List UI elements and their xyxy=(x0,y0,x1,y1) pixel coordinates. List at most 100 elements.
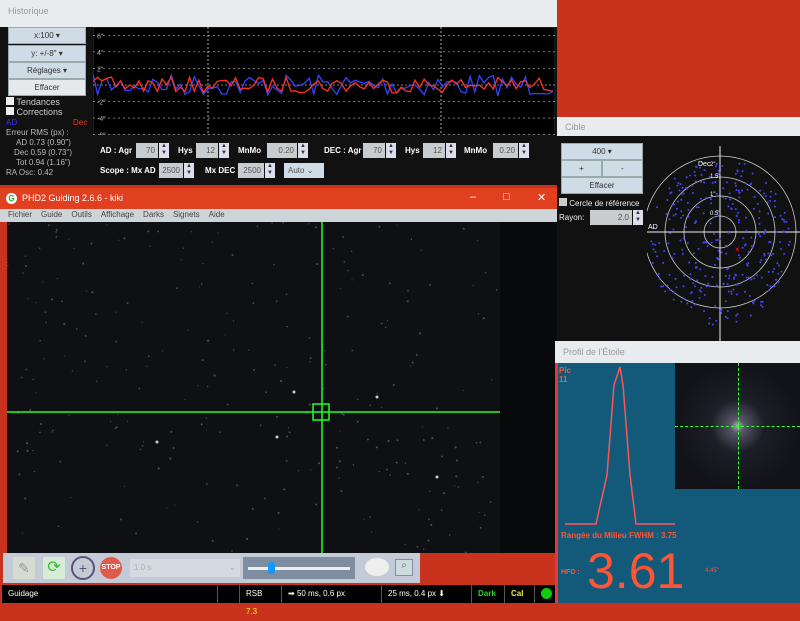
star xyxy=(76,328,78,330)
guide-point xyxy=(657,273,660,276)
target-titlebar[interactable]: Cible xyxy=(557,117,800,136)
star xyxy=(342,236,345,238)
guide-point xyxy=(672,228,675,231)
star xyxy=(71,370,73,372)
status-blank xyxy=(217,585,239,603)
star xyxy=(274,364,276,366)
main-titlebar[interactable]: G PHD2 Guiding 2.6.6 - kiki – □ ✕ xyxy=(0,188,557,209)
zoom-in-button[interactable]: + xyxy=(561,160,602,177)
menu-item[interactable]: Signets xyxy=(173,210,200,221)
guide-point xyxy=(662,261,665,264)
ra-aggression-input[interactable]: 70 ▲ ▼ xyxy=(136,143,169,158)
star xyxy=(231,253,234,256)
menu-item[interactable]: Aide xyxy=(209,210,225,221)
dec-hys-label: Hys xyxy=(405,146,420,155)
zoom-out-button[interactable]: - xyxy=(602,160,643,177)
guide-point xyxy=(742,237,745,240)
star xyxy=(448,534,451,536)
clear-history-button[interactable]: Effacer xyxy=(8,79,86,96)
star xyxy=(213,374,216,377)
brain-icon[interactable] xyxy=(365,558,389,576)
ra-hys-input[interactable]: 12 ▲ ▼ xyxy=(196,143,229,158)
menu-item[interactable]: Affichage xyxy=(101,210,134,221)
target-length-dropdown[interactable]: 400 ▾ xyxy=(561,143,643,160)
ra-minmo-input[interactable]: 0.20 ▲ ▼ xyxy=(267,143,308,158)
profile-titlebar[interactable]: Profil de l'Étoile xyxy=(555,341,800,363)
radius-input[interactable]: 2.0 ▲ ▼ xyxy=(590,210,643,225)
loop-icon[interactable]: ⟳ xyxy=(43,557,65,579)
y-tick-label: -4" xyxy=(97,116,106,123)
star xyxy=(375,446,378,449)
guide-point xyxy=(700,173,703,176)
menu-item[interactable]: Guide xyxy=(41,210,62,221)
star xyxy=(68,238,70,240)
max-dec-input[interactable]: 2500 ▲ ▼ xyxy=(238,163,275,178)
gamma-slider[interactable] xyxy=(243,557,355,579)
star xyxy=(39,422,43,425)
camera-view[interactable] xyxy=(6,221,557,554)
dec-hys-input[interactable]: 12 ▲ ▼ xyxy=(423,143,456,158)
status-text: Guidage xyxy=(8,589,39,598)
star xyxy=(407,289,409,292)
guide-point xyxy=(767,270,770,273)
loop-pencil-icon[interactable]: ✎ xyxy=(13,557,35,579)
menu-item[interactable]: Fichier xyxy=(8,210,32,221)
stop-icon[interactable]: STOP xyxy=(100,557,122,579)
star xyxy=(441,455,444,458)
star xyxy=(24,255,27,257)
guide-point xyxy=(773,285,776,288)
max-ra-input[interactable]: 2500 ▲ ▼ xyxy=(159,163,194,178)
star xyxy=(288,431,290,433)
guide-point xyxy=(761,300,764,303)
guide-point xyxy=(668,187,671,190)
star xyxy=(482,317,485,320)
star xyxy=(428,518,431,521)
star xyxy=(308,337,311,339)
menu-item[interactable]: Outils xyxy=(71,210,91,221)
clear-target-button[interactable]: Effacer xyxy=(561,177,643,194)
y-scale-dropdown[interactable]: y: +/-8" ▾ xyxy=(8,45,86,62)
reference-circle-checkbox[interactable]: Cercle de référence xyxy=(559,198,640,208)
guide-point xyxy=(766,201,769,204)
settings-dropdown[interactable]: Réglages ▾ xyxy=(8,62,86,79)
dec-aggression-label: DEC : Agr xyxy=(324,146,362,155)
guide-target-icon[interactable]: + xyxy=(71,556,95,580)
star xyxy=(376,392,379,395)
star xyxy=(389,474,392,476)
guide-point xyxy=(728,274,731,277)
minimize-button[interactable]: – xyxy=(470,191,476,203)
x-scale-dropdown[interactable]: x:100 ▾ xyxy=(8,27,86,44)
guide-point xyxy=(700,180,703,183)
exposure-dropdown[interactable]: 1.0 s ⌄ xyxy=(130,559,240,577)
guide-point xyxy=(708,317,711,320)
trends-checkbox[interactable]: Tendances xyxy=(6,97,60,107)
dec-aggression-input[interactable]: 70 ▲ ▼ xyxy=(363,143,396,158)
history-titlebar[interactable]: Historique xyxy=(0,0,557,27)
star xyxy=(429,284,432,286)
corrections-checkbox[interactable]: Corrections xyxy=(6,107,63,117)
maximize-button[interactable]: □ xyxy=(503,191,510,203)
menu-item[interactable]: Darks xyxy=(143,210,164,221)
guide-point xyxy=(747,250,750,253)
guide-point xyxy=(775,231,778,234)
guide-point xyxy=(708,322,711,325)
star xyxy=(96,380,98,382)
guide-point xyxy=(752,207,755,210)
guide-point xyxy=(690,184,693,187)
guide-point xyxy=(788,240,791,243)
main-window: G PHD2 Guiding 2.6.6 - kiki – □ ✕ Fichie… xyxy=(0,188,557,616)
dec-mode-dropdown[interactable]: Auto ⌄ xyxy=(284,163,324,178)
guide-point xyxy=(752,302,755,305)
dec-minmo-input[interactable]: 0.20 ▲ ▼ xyxy=(493,143,529,158)
guide-point xyxy=(715,319,718,322)
guide-point xyxy=(697,206,700,209)
star xyxy=(286,325,289,328)
star xyxy=(55,236,58,238)
star xyxy=(123,237,126,240)
guide-point xyxy=(654,250,657,253)
guide-point xyxy=(692,282,695,285)
star xyxy=(117,413,119,416)
star-profile-icon[interactable]: ⌕ xyxy=(395,559,413,576)
close-button[interactable]: ✕ xyxy=(537,191,546,204)
guide-point xyxy=(735,293,738,296)
